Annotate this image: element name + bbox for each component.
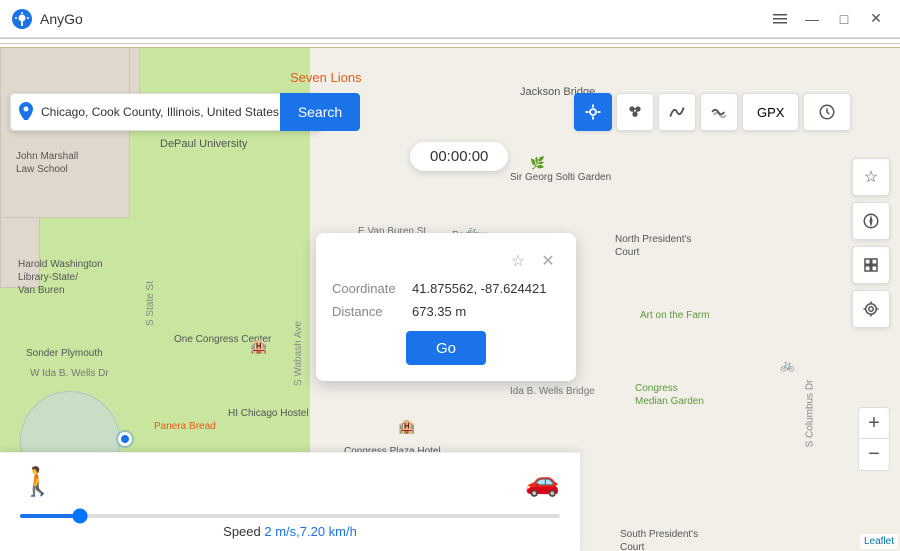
- titlebar: AnyGo — □ ✕: [0, 0, 900, 38]
- location-icon: [19, 102, 33, 123]
- map-pin-3: 🚲: [780, 358, 795, 372]
- walk-icon[interactable]: 🚶: [20, 465, 55, 498]
- popup-header: ☆ ✕: [332, 249, 560, 273]
- center-map-button[interactable]: [574, 93, 612, 131]
- window-controls: — □ ✕: [768, 7, 888, 31]
- coordinate-label: Coordinate: [332, 281, 412, 296]
- popup-star-button[interactable]: ☆: [506, 249, 530, 273]
- app-logo: [12, 9, 32, 29]
- scatter-points-button[interactable]: [616, 93, 654, 131]
- right-sidebar: ☆: [852, 158, 890, 328]
- speed-slider[interactable]: [20, 514, 560, 518]
- transport-mode-icons: 🚶 🚗: [20, 465, 560, 498]
- hamburger-button[interactable]: [768, 7, 792, 31]
- go-button[interactable]: Go: [406, 331, 486, 365]
- map-pin-hotel-2: 🏨: [398, 418, 415, 435]
- distance-row: Distance 673.35 m: [332, 304, 560, 319]
- car-icon[interactable]: 🚗: [525, 465, 560, 498]
- right-target-button[interactable]: [852, 290, 890, 328]
- timer-value: 00:00:00: [430, 148, 488, 165]
- search-bar[interactable]: Chicago, Cook County, Illinois, United S…: [10, 93, 320, 131]
- distance-label: Distance: [332, 304, 412, 319]
- location-dot: [118, 432, 132, 446]
- zoom-out-button[interactable]: −: [858, 439, 890, 471]
- speed-text: Speed 2 m/s,7.20 km/h: [20, 524, 560, 539]
- speed-value: 2 m/s,7.20 km/h: [264, 524, 356, 539]
- coordinate-value: 41.875562, -87.624421: [412, 281, 546, 296]
- zoom-in-button[interactable]: +: [858, 407, 890, 439]
- close-button[interactable]: ✕: [864, 7, 888, 31]
- map-toolbar: GPX: [574, 93, 851, 131]
- app-title: AnyGo: [40, 11, 768, 27]
- leaflet-link[interactable]: Leaflet: [864, 536, 894, 547]
- map-pin-hotel: 🏨: [250, 338, 267, 355]
- search-input-text: Chicago, Cook County, Illinois, United S…: [41, 105, 295, 119]
- right-star-button[interactable]: ☆: [852, 158, 890, 196]
- minimize-button[interactable]: —: [800, 7, 824, 31]
- road-h-7: [0, 38, 900, 44]
- waypoint-button[interactable]: [700, 93, 738, 131]
- route-button[interactable]: [658, 93, 696, 131]
- transport-bar: 🚶 🚗 Speed 2 m/s,7.20 km/h: [0, 452, 580, 551]
- search-button[interactable]: Search: [280, 93, 360, 131]
- gpx-button[interactable]: GPX: [742, 93, 799, 131]
- right-compass-button[interactable]: [852, 202, 890, 240]
- coordinate-row: Coordinate 41.875562, -87.624421: [332, 281, 560, 296]
- maximize-button[interactable]: □: [832, 7, 856, 31]
- map-pin-7: 🌿: [530, 156, 545, 170]
- map-container[interactable]: Seven Lions Jackson Bridge DePaul Univer…: [0, 38, 900, 551]
- leaflet-attribution: Leaflet: [860, 534, 898, 549]
- timer-popup: 00:00:00: [410, 142, 508, 171]
- right-layers-button[interactable]: [852, 246, 890, 284]
- zoom-controls: + −: [858, 407, 890, 471]
- distance-value: 673.35 m: [412, 304, 466, 319]
- history-button[interactable]: [803, 93, 851, 131]
- info-popup: ☆ ✕ Coordinate 41.875562, -87.624421 Dis…: [316, 233, 576, 381]
- popup-close-button[interactable]: ✕: [536, 249, 560, 273]
